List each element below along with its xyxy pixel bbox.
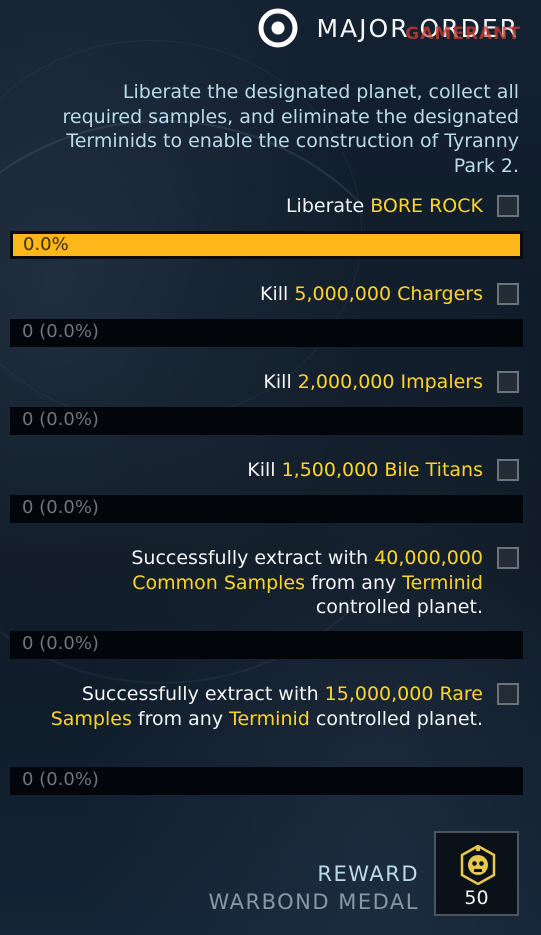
objective-checkbox[interactable] — [497, 683, 519, 705]
objective-text: Successfully extract with 40,000,000 Com… — [131, 547, 483, 618]
reward-amount: 50 — [464, 887, 489, 909]
progress-text: 0 (0.0%) — [22, 409, 99, 430]
objective-progress-bar: 0 (0.0%) — [10, 319, 523, 347]
progress-text: 0 (0.0%) — [22, 497, 99, 518]
objective-text: Liberate BORE ROCK — [285, 195, 483, 217]
objective-checkbox[interactable] — [497, 195, 519, 217]
objective-checkbox[interactable] — [497, 283, 519, 305]
objective-row: Kill 2,000,000 Impalers — [10, 370, 519, 395]
objective-checkbox[interactable] — [497, 371, 519, 393]
reward-title: REWARD — [317, 862, 419, 886]
progress-text: 0 (0.0%) — [22, 769, 99, 790]
major-order-panel: MAJOR ORDER GAMERANT Liberate the design… — [0, 0, 541, 935]
progress-text: 0 (0.0%) — [22, 633, 99, 654]
progress-text: 0 (0.0%) — [22, 321, 99, 342]
objective-row: Liberate BORE ROCK — [10, 194, 519, 219]
warbond-medal-icon — [460, 845, 496, 885]
objective-checkbox[interactable] — [497, 547, 519, 569]
objective-row: Successfully extract with 15,000,000 Rar… — [10, 682, 519, 731]
objective-progress-bar: 0 (0.0%) — [10, 631, 523, 659]
objective-text: Kill 1,500,000 Bile Titans — [247, 459, 483, 481]
objective-row: Kill 5,000,000 Chargers — [10, 282, 519, 307]
objective-checkbox[interactable] — [497, 459, 519, 481]
objective-progress-bar: 0.0% — [10, 231, 523, 259]
reward-box: 50 — [434, 831, 519, 916]
watermark: GAMERANT — [405, 24, 521, 44]
order-description: Liberate the designated planet, collect … — [62, 81, 519, 177]
objective-text: Kill 5,000,000 Chargers — [260, 283, 483, 305]
objective-text: Kill 2,000,000 Impalers — [263, 371, 483, 393]
target-icon — [258, 8, 298, 48]
objective-progress-bar: 0 (0.0%) — [10, 767, 523, 795]
progress-text: 0.0% — [23, 234, 69, 255]
objective-row: Kill 1,500,000 Bile Titans — [10, 458, 519, 483]
reward-labels: REWARD WARBOND MEDAL — [209, 860, 419, 916]
objective-row: Successfully extract with 40,000,000 Com… — [10, 546, 519, 620]
objective-progress-bar: 0 (0.0%) — [10, 407, 523, 435]
objective-text: Successfully extract with 15,000,000 Rar… — [50, 683, 483, 730]
reward-name: WARBOND MEDAL — [208, 890, 419, 914]
objective-progress-bar: 0 (0.0%) — [10, 495, 523, 523]
